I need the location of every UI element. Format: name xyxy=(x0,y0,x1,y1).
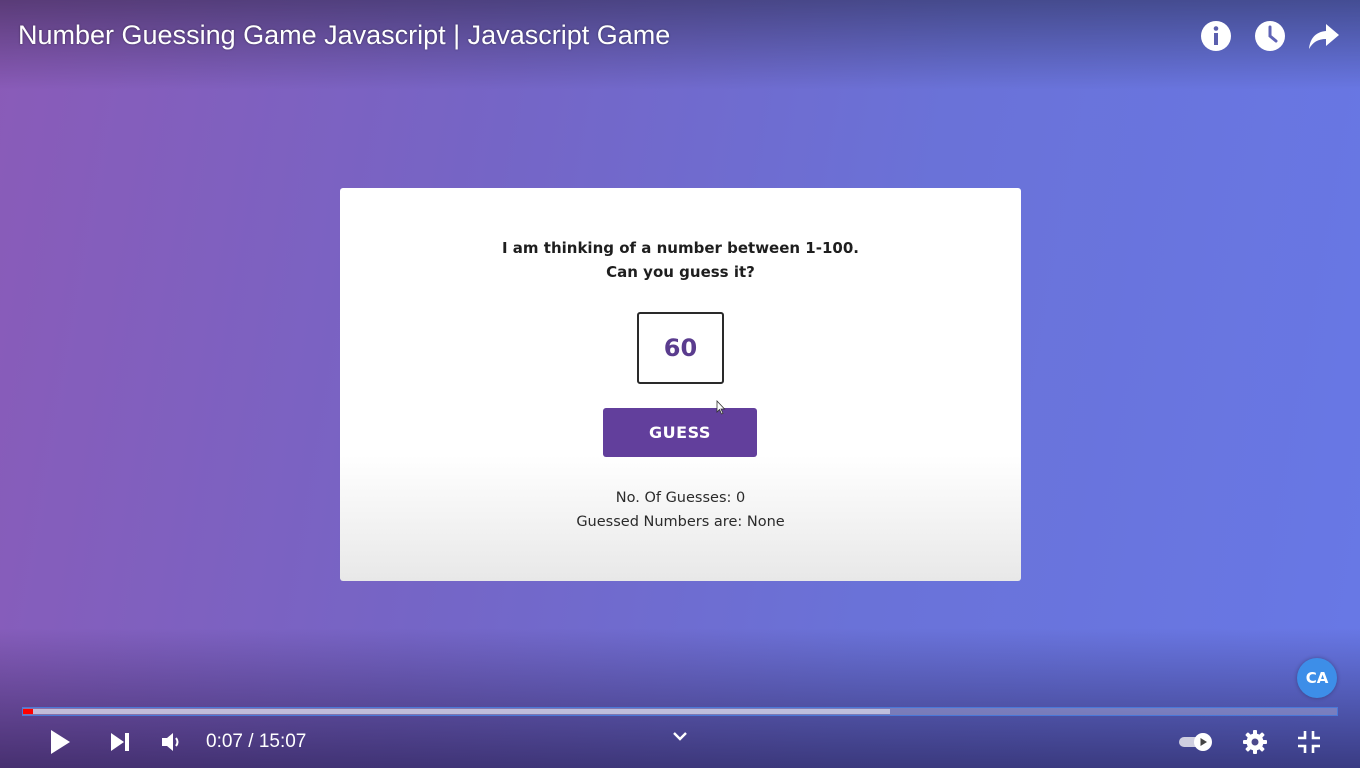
channel-badge[interactable]: CA xyxy=(1297,658,1337,698)
game-prompt: I am thinking of a number between 1-100.… xyxy=(340,236,1021,284)
progress-played xyxy=(23,709,34,714)
settings-icon[interactable] xyxy=(1236,722,1274,762)
share-icon[interactable] xyxy=(1308,18,1340,54)
watch-later-icon[interactable] xyxy=(1254,18,1286,54)
play-icon[interactable] xyxy=(40,722,80,762)
info-icon[interactable] xyxy=(1200,18,1232,54)
progress-buffered xyxy=(23,709,891,714)
top-actions xyxy=(1200,18,1340,54)
prompt-line-1: I am thinking of a number between 1-100. xyxy=(502,239,859,257)
next-icon[interactable] xyxy=(100,722,140,762)
guess-count-text: No. Of Guesses: 0 xyxy=(615,490,746,506)
guessed-numbers-text: Guessed Numbers are: None xyxy=(576,514,785,530)
game-card: I am thinking of a number between 1-100.… xyxy=(340,188,1021,581)
guess-input[interactable] xyxy=(637,312,724,384)
player-controls: 0:07 / 15:07 xyxy=(0,722,1360,762)
time-display: 0:07 / 15:07 xyxy=(206,731,307,752)
mouse-cursor-icon xyxy=(716,399,726,420)
prompt-line-2: Can you guess it? xyxy=(606,263,755,281)
game-stats: No. Of Guesses: 0 Guessed Numbers are: N… xyxy=(340,486,1021,534)
volume-icon[interactable] xyxy=(152,722,192,762)
guess-button[interactable]: GUESS xyxy=(603,408,757,457)
chevron-down-icon[interactable] xyxy=(664,716,696,756)
video-title[interactable]: Number Guessing Game Javascript | Javasc… xyxy=(18,20,670,51)
exit-fullscreen-icon[interactable] xyxy=(1290,722,1328,762)
autoplay-toggle[interactable] xyxy=(1174,722,1216,762)
progress-bar[interactable] xyxy=(22,707,1338,716)
